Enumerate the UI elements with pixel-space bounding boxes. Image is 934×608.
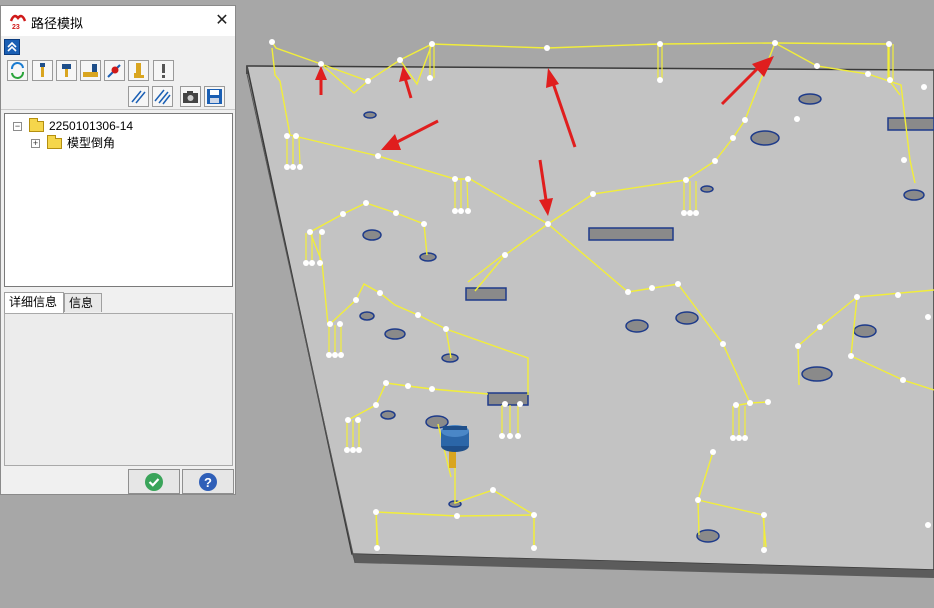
svg-text:?: ?	[204, 475, 212, 490]
save-icon[interactable]	[204, 86, 225, 107]
collapse-up-icon[interactable]	[4, 39, 20, 55]
collapse-node-icon[interactable]: −	[13, 122, 22, 131]
toolbar-divider	[1, 109, 235, 110]
path-simulation-panel: 23 路径模拟 ✕ − 2250101306-14 + 模型倒角 详细信息 信息…	[0, 5, 236, 495]
warning-icon[interactable]	[153, 60, 174, 81]
tree-root-row[interactable]: − 2250101306-14	[11, 118, 221, 134]
tree-child-row[interactable]: + 模型倒角	[29, 135, 219, 151]
path-lines-alt-icon[interactable]	[152, 86, 173, 107]
operation-tree[interactable]: − 2250101306-14 + 模型倒角	[4, 113, 233, 287]
reset-simulation-icon[interactable]	[7, 60, 28, 81]
tool-display-icon[interactable]	[32, 60, 53, 81]
help-button[interactable]: ?	[182, 469, 234, 494]
check-icon	[145, 473, 163, 491]
tab-info[interactable]: 信息	[64, 293, 102, 312]
folder-icon	[47, 135, 62, 149]
camera-icon[interactable]	[180, 86, 201, 107]
close-icon[interactable]: ✕	[211, 10, 233, 32]
panel-title: 路径模拟	[31, 16, 84, 31]
path-lines-icon[interactable]	[128, 86, 149, 107]
holder-display-icon[interactable]	[56, 60, 77, 81]
panel-titlebar: 23 路径模拟 ✕	[1, 6, 235, 36]
tree-root-label: 2250101306-14	[49, 119, 134, 133]
app-logo-icon: 23	[9, 14, 27, 30]
tree-child-label: 模型倒角	[67, 136, 116, 150]
folder-icon	[29, 118, 44, 132]
tab-details[interactable]: 详细信息	[4, 292, 64, 313]
svg-text:23: 23	[12, 24, 20, 30]
question-icon: ?	[199, 473, 217, 491]
workpiece-display-icon[interactable]	[128, 60, 149, 81]
detail-pane	[4, 313, 233, 466]
machine-display-icon[interactable]	[80, 60, 101, 81]
expand-node-icon[interactable]: +	[31, 139, 40, 148]
collision-check-icon[interactable]	[104, 60, 125, 81]
confirm-button[interactable]	[128, 469, 180, 494]
